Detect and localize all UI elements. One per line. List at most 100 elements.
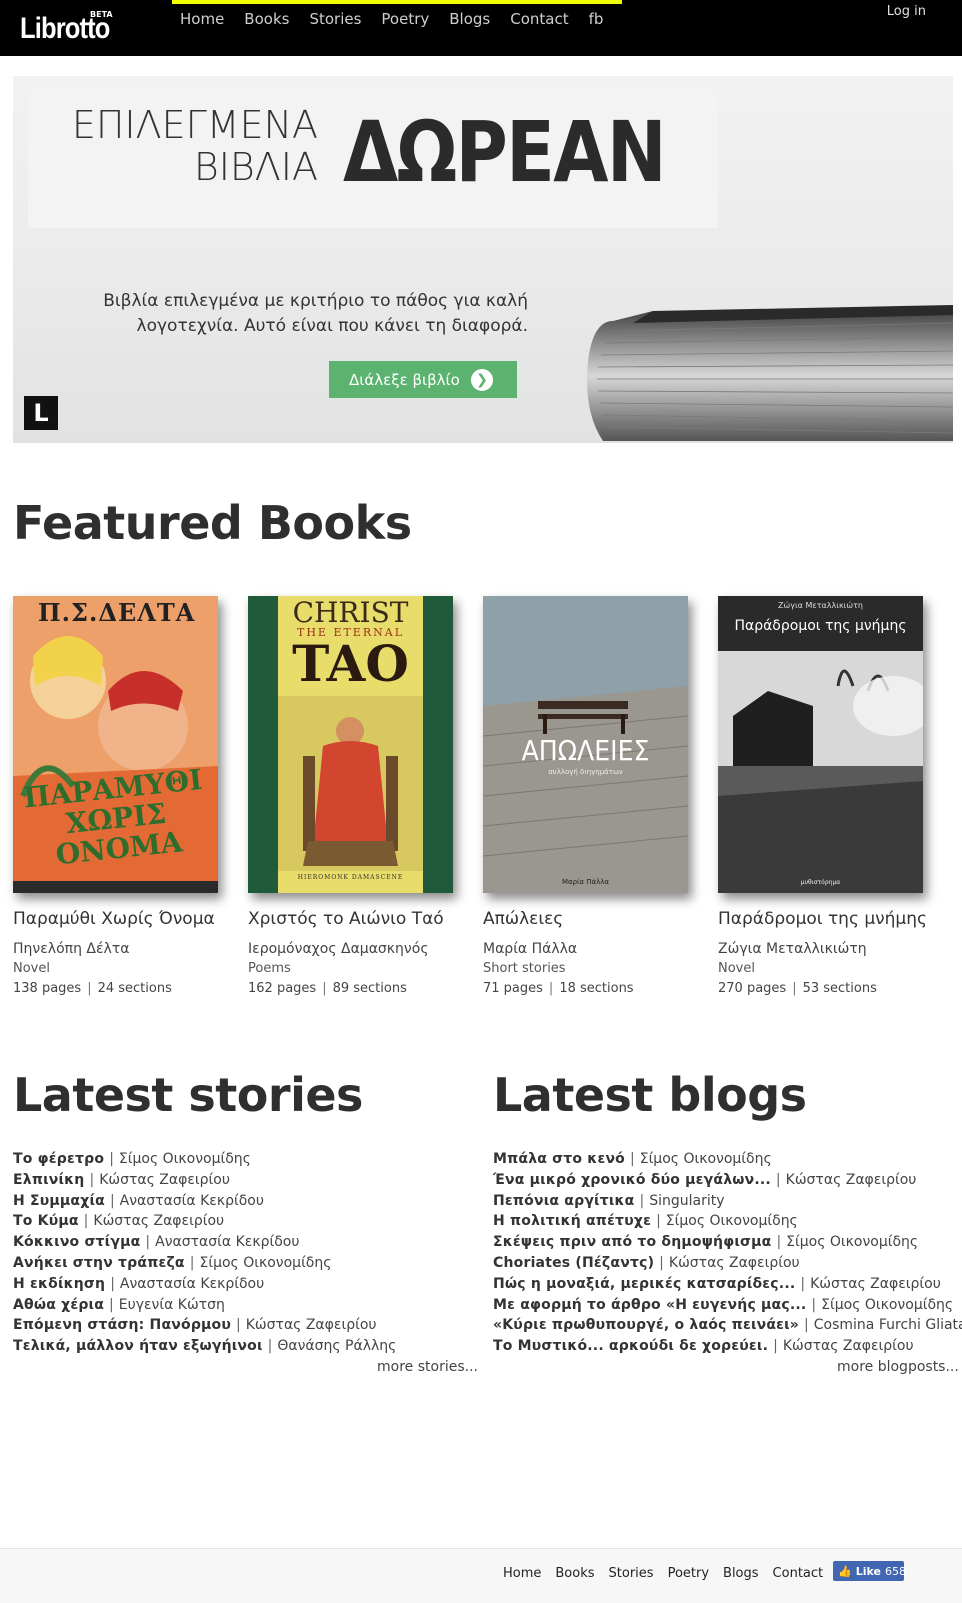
list-item[interactable]: Πώς η μοναξιά, μερικές κατσαρίδες... | Κώσ…	[493, 1274, 962, 1295]
blog-title[interactable]: Σκέψεις πριν από το δημοψήφισμα	[493, 1234, 771, 1250]
cover-title-top: CHRIST	[292, 596, 409, 629]
list-item[interactable]: Τελικά, μάλλον ήταν εξωγήινοι | Θανάσης Ρά…	[13, 1336, 483, 1357]
story-title[interactable]: Το Κύμα	[13, 1213, 79, 1229]
blog-author[interactable]: Κώστας Ζαφειρίου	[786, 1172, 917, 1188]
blog-title[interactable]: Ένα μικρό χρονικό δύο μεγάλων...	[493, 1172, 771, 1188]
list-item[interactable]: Πεπόνια αργίτικα | Singularity	[493, 1191, 962, 1212]
book-title[interactable]: Απώλειες	[483, 909, 703, 929]
hero-banner[interactable]: ΕΠΙΛΕΓΜΕΝΑ ΒΙΒΛΙΑ ΔΩΡΕΑΝ Βιβλία επιλεγμέ…	[13, 76, 953, 443]
book-card[interactable]: ΑΠΩΛΕΙΕΣ συλλογή διηγημάτων Μαρία Πάλλα …	[483, 596, 703, 996]
footer-stories[interactable]: Stories	[609, 1566, 654, 1581]
story-author[interactable]: Αναστασία Κεκρίδου	[120, 1276, 264, 1292]
story-title[interactable]: Τελικά, μάλλον ήταν εξωγήινοι	[13, 1338, 263, 1354]
footer-poetry[interactable]: Poetry	[668, 1566, 709, 1581]
story-title[interactable]: Κόκκινο στίγμα	[13, 1234, 140, 1250]
story-title[interactable]: Ελπινίκη	[13, 1172, 84, 1188]
blog-title[interactable]: Πεπόνια αργίτικα	[493, 1193, 634, 1209]
list-item[interactable]: Ένα μικρό χρονικό δύο μεγάλων... | Κώστας …	[493, 1170, 962, 1191]
book-cover[interactable]: Ζώγια Μεταλλικιώτη Παράδρομοι της μνήμης…	[718, 596, 923, 893]
list-item[interactable]: Η πολιτική απέτυχε | Σίμος Οικονομίδης	[493, 1211, 962, 1232]
nav-fb[interactable]: fb	[589, 10, 616, 28]
book-stats: 270 pages | 53 sections	[718, 981, 877, 996]
book-author[interactable]: Ζώγια Μεταλλικιώτη	[718, 941, 938, 957]
choose-book-button[interactable]: Διάλεξε βιβλίο ❯	[329, 361, 517, 398]
blog-author[interactable]: Σίμος Οικονομίδης	[666, 1213, 798, 1229]
nav-poetry[interactable]: Poetry	[381, 10, 441, 28]
story-author[interactable]: Κώστας Ζαφειρίου	[246, 1317, 377, 1333]
list-item[interactable]: «Κύριε πρωθυπουργέ, ο λαός πεινάει» | Cosm…	[493, 1315, 962, 1336]
book-author[interactable]: Μαρία Πάλλα	[483, 941, 703, 957]
story-title[interactable]: Ανήκει στην τράπεζα	[13, 1255, 185, 1271]
footer-home[interactable]: Home	[503, 1566, 541, 1581]
blog-author[interactable]: Singularity	[649, 1193, 724, 1209]
more-stories-link[interactable]: more stories...	[377, 1359, 478, 1375]
like-label: Like	[855, 1564, 881, 1578]
list-item[interactable]: Σκέψεις πριν από το δημοψήφισμα | Σίμος Οι…	[493, 1232, 962, 1253]
list-item[interactable]: Ελπινίκη | Κώστας Ζαφειρίου	[13, 1170, 483, 1191]
book-cover[interactable]: ΑΠΩΛΕΙΕΣ συλλογή διηγημάτων Μαρία Πάλλα	[483, 596, 688, 893]
footer-contact[interactable]: Contact	[773, 1566, 824, 1581]
list-item[interactable]: Με αφορμή το άρθρο «Η ευγενής μας... | Σίμ…	[493, 1295, 962, 1316]
nav-contact[interactable]: Contact	[510, 10, 580, 28]
book-card[interactable]: Ζώγια Μεταλλικιώτη Παράδρομοι της μνήμης…	[718, 596, 938, 996]
list-item[interactable]: Η εκδίκηση | Αναστασία Κεκρίδου	[13, 1274, 483, 1295]
story-author[interactable]: Κώστας Ζαφειρίου	[99, 1172, 230, 1188]
facebook-like-button[interactable]: 👍 Like 658	[833, 1561, 906, 1581]
book-card[interactable]: CHRIST THE ETERNAL TAO HIEROMONK DAMASCE…	[248, 596, 468, 996]
footer-books[interactable]: Books	[555, 1566, 594, 1581]
blog-title[interactable]: Το Μυστικό... αρκούδι δε χορεύει.	[493, 1338, 768, 1354]
blog-author[interactable]: Κώστας Ζαφειρίου	[669, 1255, 800, 1271]
book-author[interactable]: Πηνελόπη Δέλτα	[13, 941, 233, 957]
thumbs-up-icon: 👍	[838, 1564, 852, 1578]
list-item[interactable]: Επόμενη στάση: Πανόρμου | Κώστας Ζαφειρίου	[13, 1315, 483, 1336]
story-author[interactable]: Κώστας Ζαφειρίου	[93, 1213, 224, 1229]
story-title[interactable]: Αθώα χέρια	[13, 1297, 104, 1313]
story-author[interactable]: Σίμος Οικονομίδης	[119, 1151, 251, 1167]
top-navbar: Librotto BETA Home Books Stories Poetry …	[0, 0, 962, 56]
login-link[interactable]: Log in	[887, 4, 926, 19]
list-item[interactable]: Το Κύμα | Κώστας Ζαφειρίου	[13, 1211, 483, 1232]
blog-author[interactable]: Σίμος Οικονομίδης	[640, 1151, 772, 1167]
book-card[interactable]: Π.Σ.ΔΕΛΤΑ ΠΑΡΑΜΥΘΙ ΧΩΡΙΣ ΟΝΟΜΑ Παραμύθι …	[13, 596, 233, 996]
story-author[interactable]: Ευγενία Κώτση	[119, 1297, 225, 1313]
list-item[interactable]: Ανήκει στην τράπεζα | Σίμος Οικονομίδης	[13, 1253, 483, 1274]
list-item[interactable]: Η Συμμαχία | Αναστασία Κεκρίδου	[13, 1191, 483, 1212]
story-title[interactable]: Επόμενη στάση: Πανόρμου	[13, 1317, 231, 1333]
book-title[interactable]: Χριστός το Αιώνιο Ταό	[248, 909, 468, 929]
story-title[interactable]: Το φέρετρο	[13, 1151, 104, 1167]
nav-blogs[interactable]: Blogs	[449, 10, 502, 28]
book-author[interactable]: Ιερομόναχος Δαμασκηνός	[248, 941, 468, 957]
blog-author[interactable]: Κώστας Ζαφειρίου	[810, 1276, 941, 1292]
story-title[interactable]: Η Συμμαχία	[13, 1193, 105, 1209]
blog-title[interactable]: Choriates (Πέζαντς)	[493, 1255, 654, 1271]
footer-blogs[interactable]: Blogs	[723, 1566, 759, 1581]
story-author[interactable]: Αναστασία Κεκρίδου	[120, 1193, 264, 1209]
blog-author[interactable]: Cosmina Furchi Gliatas	[814, 1317, 962, 1333]
list-item[interactable]: Το φέρετρο | Σίμος Οικονομίδης	[13, 1149, 483, 1170]
blog-author[interactable]: Σίμος Οικονομίδης	[786, 1234, 918, 1250]
list-item[interactable]: Το Μυστικό... αρκούδι δε χορεύει. | Κώστας…	[493, 1336, 962, 1357]
nav-home[interactable]: Home	[180, 10, 236, 28]
story-author[interactable]: Αναστασία Κεκρίδου	[155, 1234, 299, 1250]
list-item[interactable]: Αθώα χέρια | Ευγενία Κώτση	[13, 1295, 483, 1316]
blog-title[interactable]: Πώς η μοναξιά, μερικές κατσαρίδες...	[493, 1276, 795, 1292]
book-cover[interactable]: Π.Σ.ΔΕΛΤΑ ΠΑΡΑΜΥΘΙ ΧΩΡΙΣ ΟΝΟΜΑ	[13, 596, 218, 893]
list-item[interactable]: Κόκκινο στίγμα | Αναστασία Κεκρίδου	[13, 1232, 483, 1253]
list-item[interactable]: Μπάλα στο κενό | Σίμος Οικονομίδης	[493, 1149, 962, 1170]
book-title[interactable]: Παραμύθι Χωρίς Όνομα	[13, 909, 233, 929]
blog-title[interactable]: Η πολιτική απέτυχε	[493, 1213, 651, 1229]
list-item[interactable]: Choriates (Πέζαντς) | Κώστας Ζαφειρίου	[493, 1253, 962, 1274]
more-blogposts-link[interactable]: more blogposts...	[837, 1359, 959, 1375]
story-title[interactable]: Η εκδίκηση	[13, 1276, 105, 1292]
nav-stories[interactable]: Stories	[309, 10, 373, 28]
blog-title[interactable]: «Κύριε πρωθυπουργέ, ο λαός πεινάει»	[493, 1317, 799, 1333]
story-author[interactable]: Σίμος Οικονομίδης	[199, 1255, 331, 1271]
story-author[interactable]: Θανάσης Ράλλης	[277, 1338, 396, 1354]
book-cover[interactable]: CHRIST THE ETERNAL TAO HIEROMONK DAMASCE…	[248, 596, 453, 893]
nav-books[interactable]: Books	[244, 10, 301, 28]
blog-author[interactable]: Κώστας Ζαφειρίου	[783, 1338, 914, 1354]
book-title[interactable]: Παράδρομοι της μνήμης	[718, 909, 938, 929]
blog-author[interactable]: Σίμος Οικονομίδης	[821, 1297, 953, 1313]
blog-title[interactable]: Με αφορμή το άρθρο «Η ευγενής μας...	[493, 1297, 806, 1313]
blog-title[interactable]: Μπάλα στο κενό	[493, 1151, 625, 1167]
